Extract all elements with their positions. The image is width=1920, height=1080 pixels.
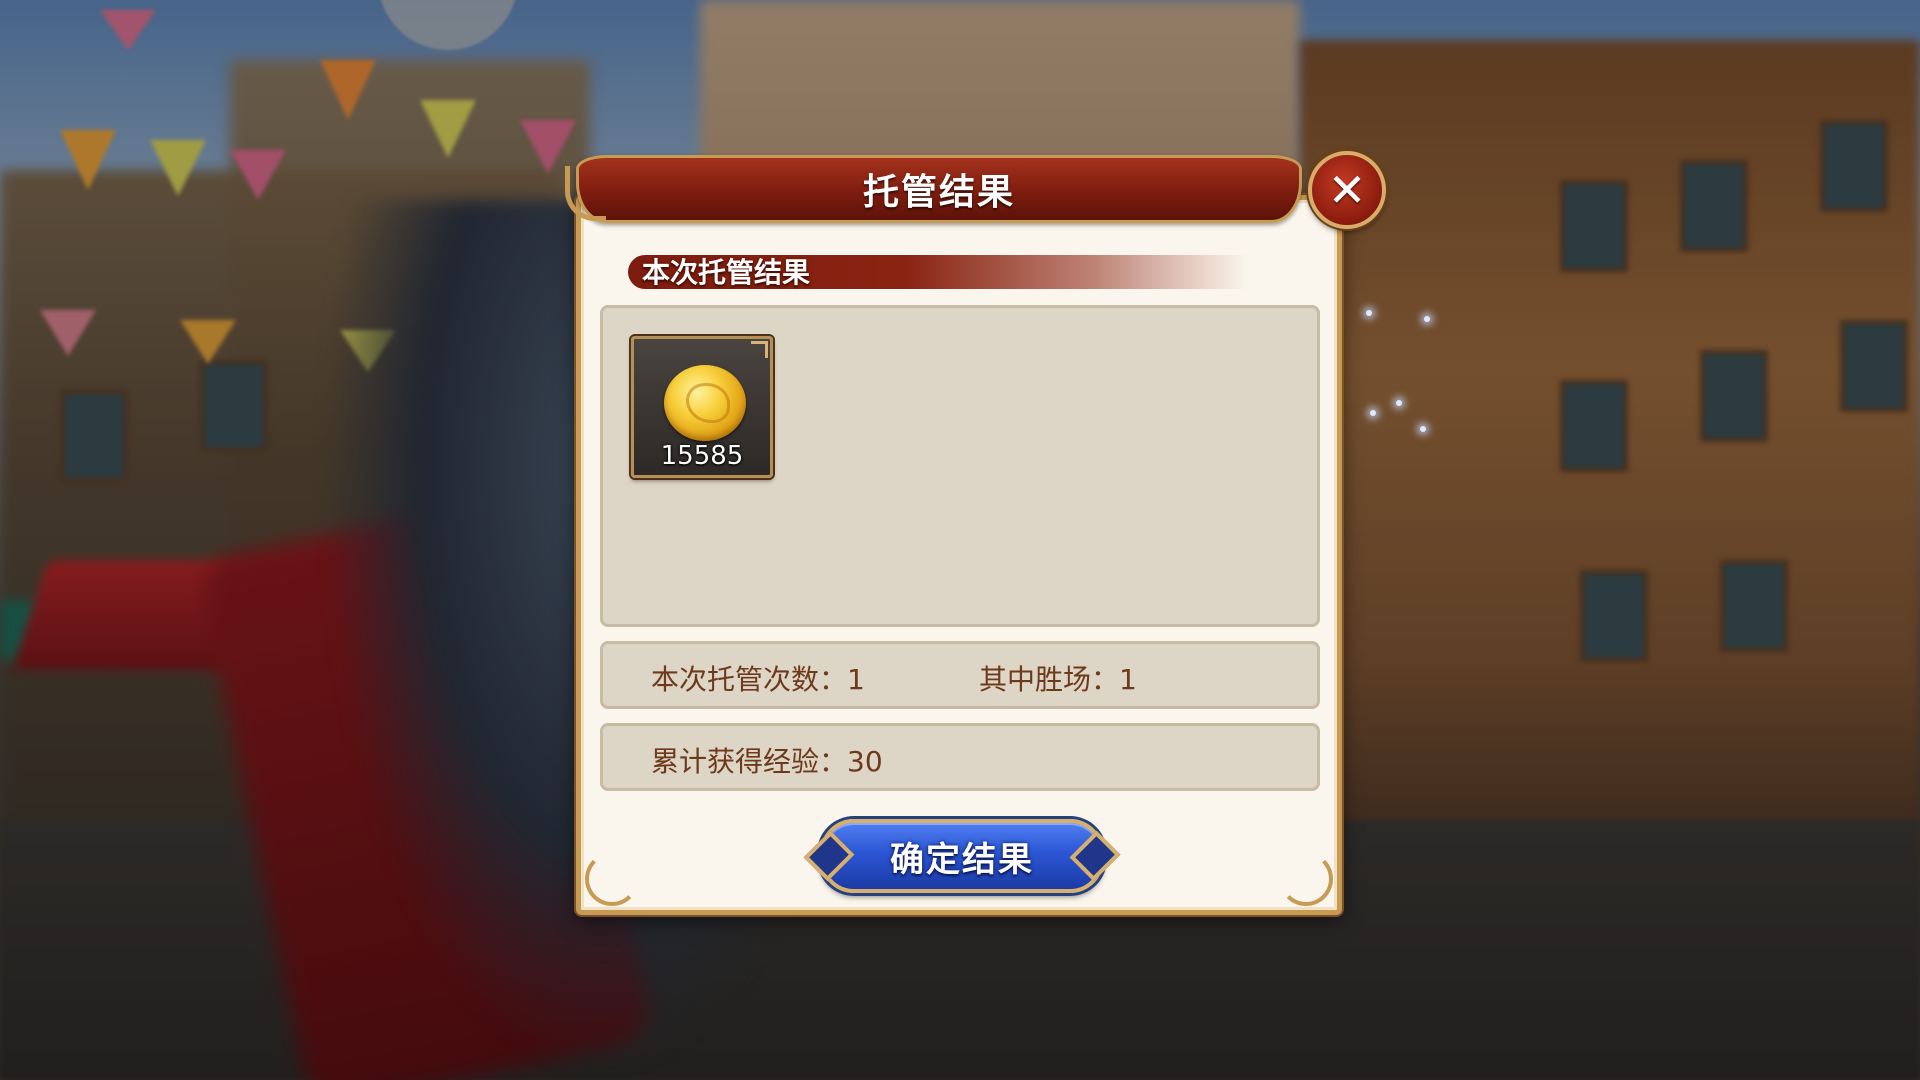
sparkle-effect (1396, 400, 1402, 406)
ornament-corner (585, 852, 639, 906)
sparkle-effect (1366, 310, 1372, 316)
hosting-times-text: 本次托管次数：1 (651, 663, 865, 696)
wins-text: 其中胜场：1 (979, 663, 1137, 696)
stats-row-matches: 本次托管次数：1 其中胜场：1 (600, 641, 1320, 709)
reward-item-count: 15585 (660, 441, 744, 471)
reward-item-gold[interactable]: 15585 (631, 336, 773, 478)
gold-coin-icon (664, 365, 746, 441)
experience-text: 累计获得经验：30 (651, 745, 883, 778)
hosting-result-dialog: 托管结果 ✕ 本次托管结果 15585 本次托管次数：1 其中胜场：1 累计获得… (565, 151, 1386, 915)
confirm-result-label: 确定结果 (890, 839, 1034, 880)
dialog-title: 托管结果 (862, 172, 1015, 213)
close-icon: ✕ (1327, 163, 1367, 217)
close-button[interactable]: ✕ (1308, 151, 1386, 229)
sparkle-effect (1424, 316, 1430, 322)
section-header-label: 本次托管结果 (642, 256, 811, 289)
confirm-result-button[interactable]: 确定结果 (820, 819, 1104, 893)
stats-row-experience: 累计获得经验：30 (600, 723, 1320, 791)
ornament-corner (1279, 852, 1333, 906)
reward-panel: 15585 (600, 305, 1320, 627)
dialog-title-bar: 托管结果 (565, 155, 1302, 223)
sparkle-effect (1420, 426, 1426, 432)
section-header: 本次托管结果 (628, 255, 1248, 289)
sparkle-effect (1370, 410, 1376, 416)
game-scene: 托管结果 ✕ 本次托管结果 15585 本次托管次数：1 其中胜场：1 累计获得… (0, 0, 1920, 1080)
